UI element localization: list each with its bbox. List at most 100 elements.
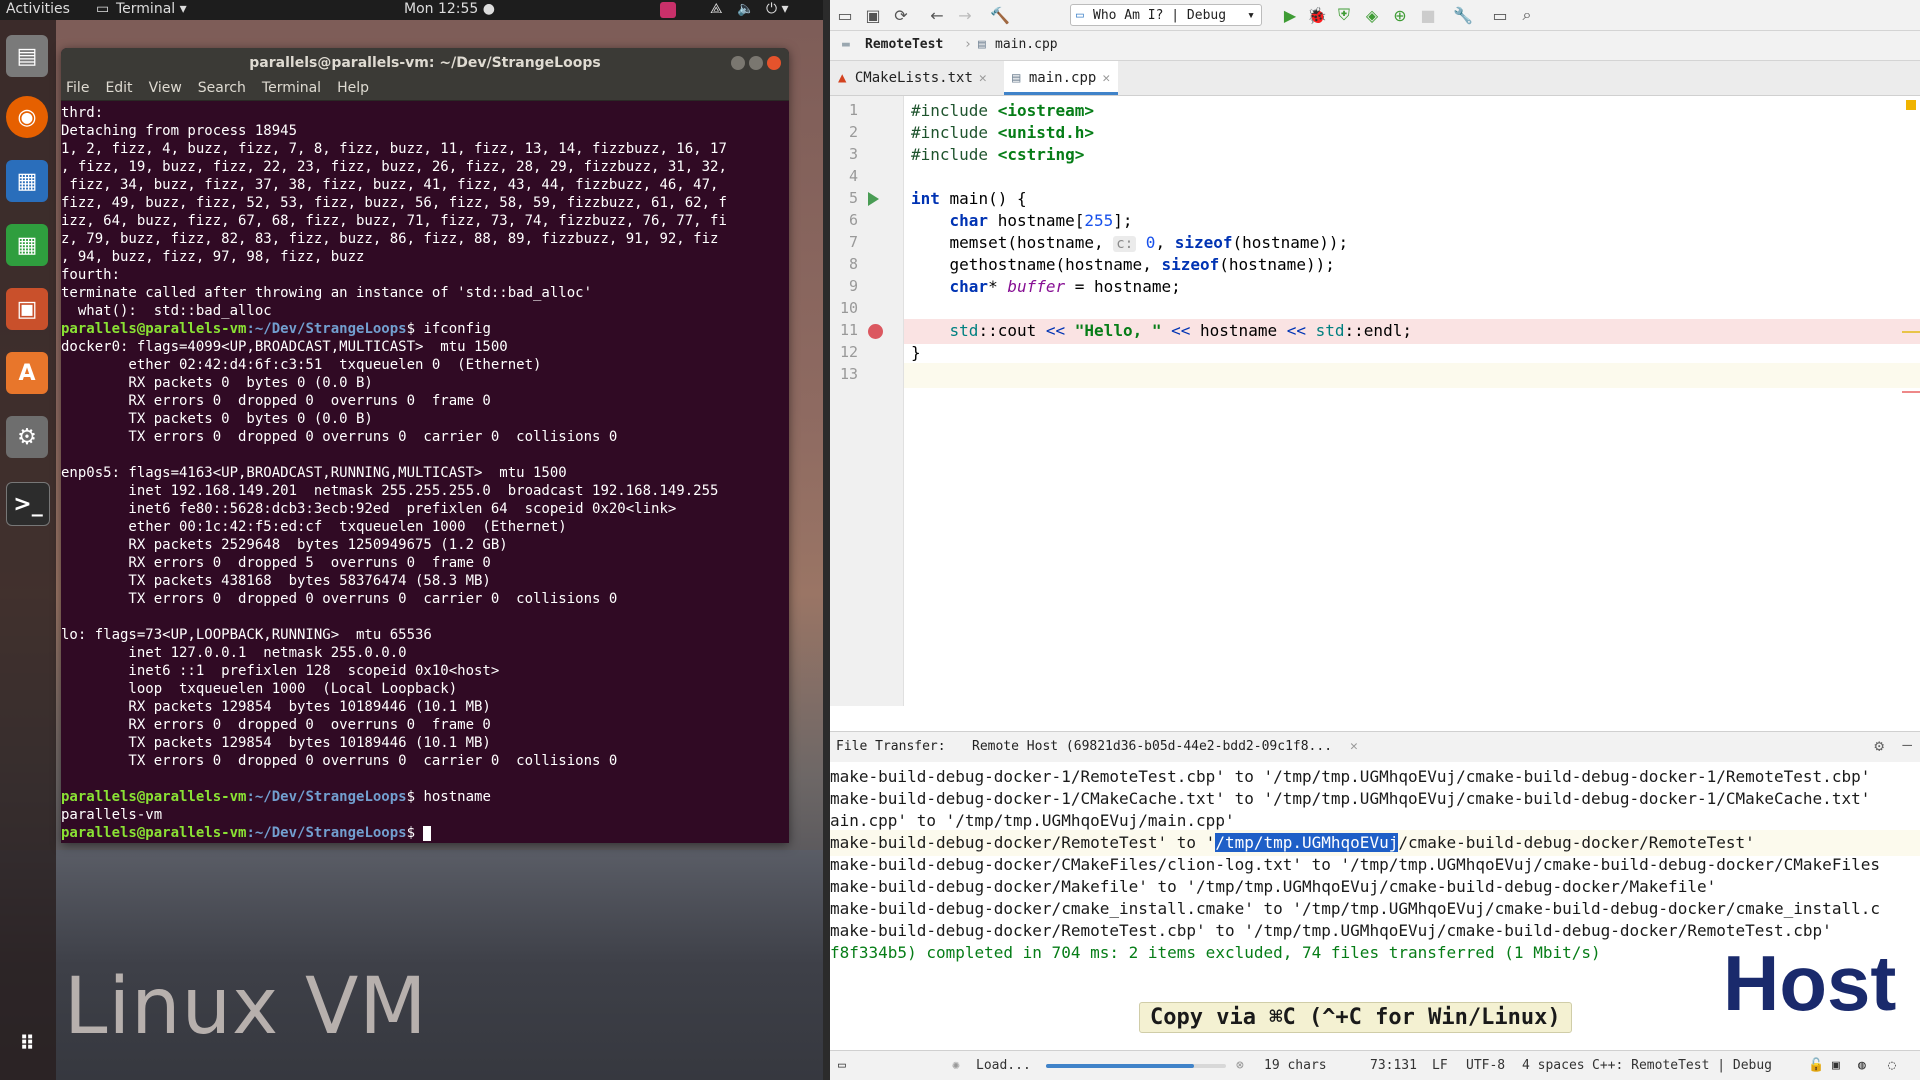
log-line[interactable]: f8f334b5) completed in 704 ms: 2 items e… [830, 940, 1601, 966]
line-number[interactable]: 13 [830, 365, 858, 383]
line-number[interactable]: 5 [830, 189, 858, 207]
toggle-tool-windows-icon[interactable]: ▭ [838, 1058, 846, 1073]
line-number[interactable]: 3 [830, 145, 858, 163]
terminal-window[interactable]: parallels@parallels-vm: ~/Dev/StrangeLoo… [61, 48, 789, 843]
back-icon[interactable]: ← [926, 4, 948, 26]
file-encoding[interactable]: UTF-8 [1466, 1058, 1505, 1073]
save-icon[interactable]: ▣ [862, 4, 884, 26]
line-number[interactable]: 9 [830, 277, 858, 295]
terminal-line: z, 79, buzz, fizz, 82, 83, fizz, buzz, 8… [61, 231, 719, 247]
impress-icon[interactable]: ▣ [6, 288, 48, 330]
breakpoint-icon[interactable] [868, 324, 883, 339]
debug-icon[interactable]: 🐞 [1306, 4, 1328, 26]
terminal-menu-item[interactable]: Edit [105, 78, 132, 100]
chevron-down-icon: ▾ [1247, 8, 1255, 23]
code-line[interactable]: char* buffer = hostname; [911, 277, 1181, 296]
resolve-context[interactable]: C++: RemoteTest | Debug [1592, 1058, 1772, 1073]
code-line[interactable]: #include <iostream> [911, 101, 1094, 120]
line-number[interactable]: 10 [830, 299, 858, 317]
line-separator[interactable]: LF [1432, 1058, 1448, 1073]
line-number[interactable]: 4 [830, 167, 858, 185]
stop-icon[interactable]: ■ [1417, 4, 1439, 26]
line-number[interactable]: 1 [830, 101, 858, 119]
line-number[interactable]: 12 [830, 343, 858, 361]
terminal-menu-item[interactable]: View [149, 78, 182, 100]
line-number[interactable]: 8 [830, 255, 858, 273]
run-icon[interactable]: ▶ [1279, 4, 1301, 26]
minimize-icon[interactable] [731, 56, 745, 70]
terminal-tool-icon[interactable]: ▭ [1489, 4, 1511, 26]
firefox-icon[interactable]: ◉ [6, 96, 48, 138]
run-gutter-icon[interactable] [868, 192, 879, 206]
activities-button[interactable]: Activities [6, 1, 70, 17]
terminal-output[interactable]: thrd: Detaching from process 18945 1, 2, f… [61, 101, 789, 842]
terminal-menu-item[interactable]: Terminal [262, 78, 321, 100]
line-number[interactable]: 11 [830, 321, 858, 339]
line-number[interactable]: 6 [830, 211, 858, 229]
run-configuration-select[interactable]: Who Am I? | Debug ▾ ▭ [1070, 4, 1262, 26]
panel-tab[interactable]: Remote Host (69821d36-b05d-44e2-bdd2-09c… [972, 739, 1332, 754]
profile-icon[interactable]: ◈ [1361, 4, 1383, 26]
inspection-indicator-icon[interactable] [1906, 100, 1916, 110]
memory-icon[interactable]: ▣ [1832, 1058, 1840, 1073]
app-indicator-icon[interactable] [660, 2, 676, 18]
volume-icon[interactable]: 🔈 [737, 1, 754, 17]
code-line[interactable]: #include <cstring> [911, 145, 1084, 164]
writer-icon[interactable]: ▦ [6, 160, 48, 202]
lock-icon[interactable]: 🔓 [1808, 1058, 1824, 1073]
caret-position[interactable]: 73:131 [1370, 1058, 1417, 1073]
coverage-icon[interactable]: ⛨ [1333, 4, 1355, 26]
event-log-icon[interactable]: ◍ [1858, 1058, 1866, 1073]
code-line[interactable]: int main() { [911, 189, 1027, 208]
forward-icon[interactable]: → [954, 4, 976, 26]
maximize-icon[interactable] [749, 56, 763, 70]
terminal-dock-icon[interactable]: >_ [6, 482, 50, 526]
settings-wrench-icon[interactable]: 🔧 [1452, 4, 1474, 26]
search-icon[interactable]: ⌕ [1516, 4, 1538, 26]
code-line[interactable]: } [911, 343, 921, 362]
close-icon[interactable] [767, 56, 781, 70]
code-editor[interactable]: 1 2 3 4 5 6 7 8 9 10 11 12 13 #include <iostream> #in… [830, 96, 1920, 706]
code-line[interactable]: memset(hostname, c: 0, sizeof(hostname))… [911, 233, 1348, 252]
power-icon[interactable]: ⏻ ▾ [766, 1, 789, 17]
calc-icon[interactable]: ▦ [6, 224, 48, 266]
clock[interactable]: Mon 12:55 ● [404, 1, 495, 17]
spinner-icon: ✺ [952, 1058, 960, 1073]
code-line[interactable]: std::cout << "Hello, " << hostname << st… [911, 321, 1412, 340]
close-tab-icon[interactable]: ✕ [1350, 739, 1358, 754]
cancel-progress-icon[interactable]: ⊗ [1236, 1058, 1244, 1073]
open-icon[interactable]: ▭ [834, 4, 856, 26]
terminal-menubar: File Edit View Search Terminal Help [61, 78, 789, 101]
gear-icon[interactable]: ⚙ [1874, 736, 1884, 755]
notifications-icon[interactable]: ◌ [1888, 1058, 1896, 1073]
terminal-menu-item[interactable]: Search [198, 78, 246, 100]
tab-main-cpp[interactable]: ▤ main.cpp ✕ [1004, 61, 1119, 95]
hide-panel-icon[interactable]: — [1902, 735, 1912, 754]
line-number[interactable]: 2 [830, 123, 858, 141]
files-icon[interactable]: ▤ [6, 35, 48, 77]
breadcrumb-file[interactable]: main.cpp [995, 37, 1058, 52]
linux-vm-desktop: Activities ▭ Terminal ▾ Mon 12:55 ● ⟁ 🔈 … [0, 0, 828, 1080]
breadcrumb-project[interactable]: RemoteTest [865, 37, 943, 52]
close-tab-icon[interactable]: ✕ [1102, 71, 1110, 86]
attach-icon[interactable]: ⊕ [1389, 4, 1411, 26]
indent-setting[interactable]: 4 spaces [1522, 1058, 1585, 1073]
sync-icon[interactable]: ⟳ [890, 4, 912, 26]
close-tab-icon[interactable]: ✕ [979, 71, 987, 86]
settings-icon[interactable]: ⚙ [6, 416, 48, 458]
code-line[interactable]: char hostname[255]; [911, 211, 1133, 230]
tab-cmakelists[interactable]: ▲ CMakeLists.txt ✕ [830, 61, 995, 95]
line-number[interactable]: 7 [830, 233, 858, 251]
terminal-menu-item[interactable]: Help [337, 78, 369, 100]
terminal-menu-item[interactable]: File [66, 78, 89, 100]
network-icon[interactable]: ⟁ [710, 1, 723, 17]
code-line[interactable]: #include <unistd.h> [911, 123, 1094, 142]
show-apps-icon[interactable]: ⠿ [6, 1022, 48, 1064]
app-menu[interactable]: Terminal ▾ [116, 1, 187, 17]
editor-gutter[interactable]: 1 2 3 4 5 6 7 8 9 10 11 12 13 [830, 96, 904, 706]
software-center-icon[interactable]: A [6, 352, 48, 394]
terminal-titlebar[interactable]: parallels@parallels-vm: ~/Dev/StrangeLoo… [61, 48, 789, 78]
build-hammer-icon[interactable]: 🔨 [989, 4, 1011, 26]
code-line[interactable]: gethostname(hostname, sizeof(hostname)); [911, 255, 1335, 274]
